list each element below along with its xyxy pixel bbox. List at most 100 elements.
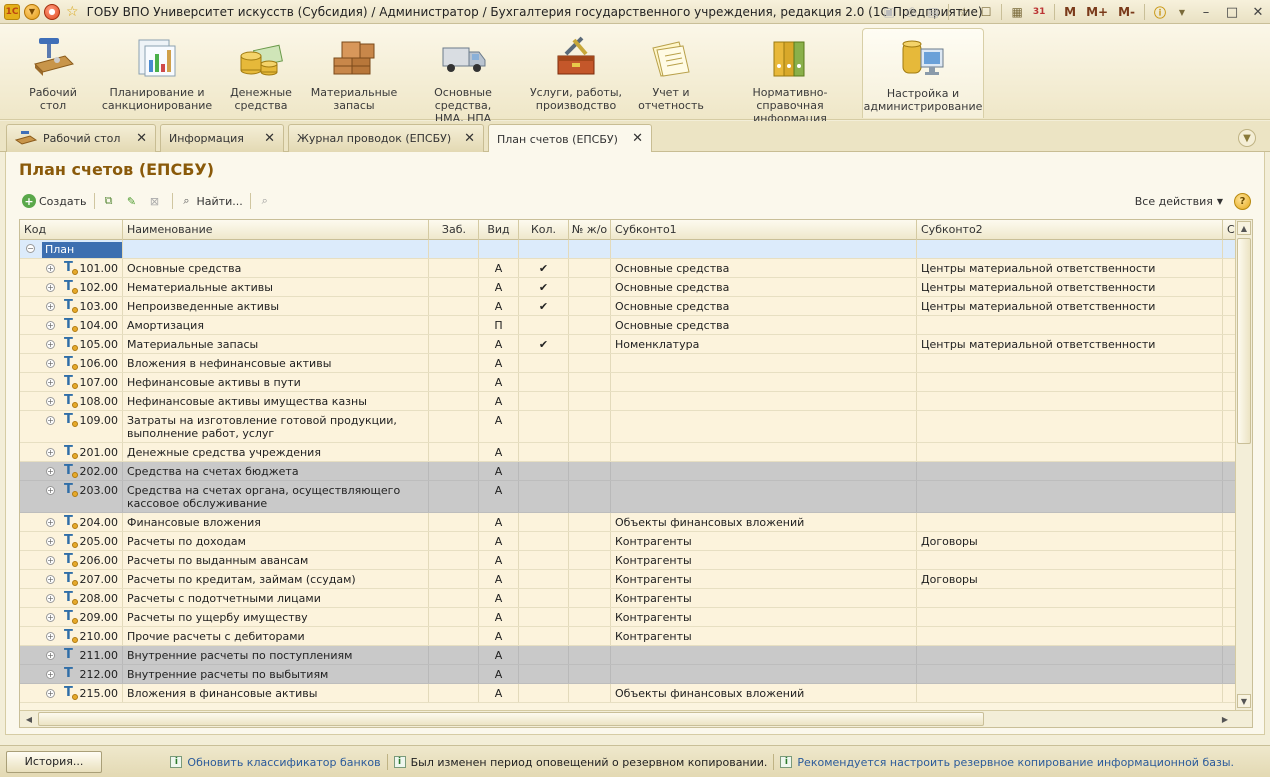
create-button[interactable]: + Создать — [19, 191, 90, 211]
tab-desktop[interactable]: Рабочий стол ✕ — [6, 124, 156, 152]
vertical-scrollbar[interactable]: ▲ ▼ — [1235, 220, 1252, 711]
chevron-down-icon[interactable]: ▼ — [1172, 2, 1192, 22]
close-icon[interactable]: ✕ — [136, 131, 147, 146]
table-row[interactable]: + T 107.00 Нефинансовые активы в пути А — [20, 373, 1236, 392]
tab-journal[interactable]: Журнал проводок (ЕПСБУ) ✕ — [288, 124, 484, 152]
scroll-right-icon[interactable]: ▶ — [1218, 712, 1232, 726]
expand-icon[interactable]: + — [46, 283, 55, 292]
close-icon[interactable]: ✕ — [464, 131, 475, 146]
memory-plus-button[interactable]: M+ — [1082, 5, 1112, 19]
table-row[interactable]: + T 109.00 Затраты на изготовление готовой … — [20, 411, 1236, 443]
expand-icon[interactable]: + — [46, 537, 55, 546]
expand-icon[interactable]: + — [46, 416, 55, 425]
table-row[interactable]: + T 208.00 Расчеты с подотчетными лицами А Ко… — [20, 589, 1236, 608]
table-row[interactable]: + T 204.00 Финансовые вложения А Объекты фина… — [20, 513, 1236, 532]
main-menu-icon[interactable]: ▼ — [24, 3, 40, 20]
column-header-name[interactable]: Наименование — [123, 220, 429, 240]
column-header-code[interactable]: Код — [20, 220, 123, 240]
table-row[interactable]: + T 108.00 Нефинансовые активы имущества ка… — [20, 392, 1236, 411]
add-favorite-icon[interactable]: ☆ — [954, 2, 974, 22]
table-row[interactable]: + T 201.00 Денежные средства учреждения А — [20, 443, 1236, 462]
horizontal-scrollbar[interactable]: ◀ ▶ — [20, 710, 1252, 727]
section-reference[interactable]: Нормативно-справочная информация — [722, 28, 858, 125]
expand-icon[interactable]: + — [46, 486, 55, 495]
expand-icon[interactable]: + — [46, 467, 55, 476]
history-icon[interactable]: ☐ — [976, 2, 996, 22]
expand-icon[interactable]: + — [46, 302, 55, 311]
notification-setup-backup[interactable]: i Рекомендуется настроить резервное копи… — [780, 756, 1234, 769]
memory-minus-button[interactable]: M- — [1114, 5, 1139, 19]
table-row[interactable]: + T 101.00 Основные средства А ✔ Основные сред… — [20, 259, 1236, 278]
find-button[interactable]: ⌕ Найти... — [177, 191, 246, 211]
table-row[interactable]: + T 106.00 Вложения в нефинансовые активы А — [20, 354, 1236, 373]
expand-icon[interactable]: + — [46, 340, 55, 349]
chevron-down-icon[interactable]: ▼ — [1238, 129, 1256, 147]
column-header-journal[interactable]: № ж/о — [569, 220, 611, 240]
section-inventory[interactable]: Материальные запасы — [308, 28, 400, 118]
print-icon[interactable]: ⎙ — [901, 2, 921, 22]
app-logo-icon[interactable]: 1С — [4, 3, 20, 20]
scroll-down-icon[interactable]: ▼ — [1237, 694, 1251, 708]
column-header-quantity[interactable]: Кол. — [519, 220, 569, 240]
table-row[interactable]: + T 105.00 Материальные запасы А ✔ Номенклатур… — [20, 335, 1236, 354]
memory-button[interactable]: M — [1060, 5, 1080, 19]
minimize-icon[interactable]: – — [1194, 2, 1218, 22]
calendar-icon[interactable]: 31 — [1029, 2, 1049, 22]
table-row[interactable]: + T 203.00 Средства на счетах органа, осуще… — [20, 481, 1236, 513]
table-row[interactable]: + T 207.00 Расчеты по кредитам, займам (ссу… — [20, 570, 1236, 589]
scroll-up-icon[interactable]: ▲ — [1237, 221, 1251, 235]
favorites-star-icon[interactable]: ☆ — [66, 4, 79, 20]
table-row[interactable]: + T 103.00 Непроизведенные активы А ✔ Основные… — [20, 297, 1236, 316]
tab-information[interactable]: Информация ✕ — [160, 124, 284, 152]
scroll-thumb[interactable] — [1237, 238, 1251, 444]
section-reports[interactable]: Учет и отчетность — [632, 28, 710, 118]
scroll-thumb[interactable] — [38, 712, 984, 726]
expand-icon[interactable]: + — [46, 651, 55, 660]
expand-icon[interactable]: + — [46, 397, 55, 406]
section-planning[interactable]: Планирование и санкционирование — [102, 28, 212, 118]
table-row[interactable]: + T 202.00 Средства на счетах бюджета А — [20, 462, 1236, 481]
calculator-icon[interactable]: ▦ — [1007, 2, 1027, 22]
section-desktop[interactable]: Рабочий стол — [12, 28, 94, 118]
expand-icon[interactable]: + — [46, 448, 55, 457]
expand-icon[interactable]: + — [46, 689, 55, 698]
expand-icon[interactable]: + — [46, 575, 55, 584]
section-fixed-assets[interactable]: Основные средства, НМА, НПА — [406, 28, 520, 125]
table-row[interactable]: + T 102.00 Нематериальные активы А ✔ Основные … — [20, 278, 1236, 297]
section-money[interactable]: Денежные средства — [222, 28, 300, 118]
copy-button[interactable]: ⧉ — [99, 191, 122, 211]
edit-button[interactable]: ✎ — [122, 191, 145, 211]
expand-icon[interactable]: + — [46, 518, 55, 527]
expand-icon[interactable]: + — [46, 264, 55, 273]
preview-icon[interactable]: ▤ — [923, 2, 943, 22]
all-actions-button[interactable]: Все действия ▼ — [1132, 191, 1226, 211]
table-row[interactable]: + T 209.00 Расчеты по ущербу имуществу А Конт… — [20, 608, 1236, 627]
table-group-row[interactable]: − План счетов... — [20, 240, 1236, 259]
save-icon[interactable]: ▣ — [879, 2, 899, 22]
section-admin[interactable]: Настройка и администрирование — [862, 28, 984, 118]
expand-icon[interactable]: + — [46, 632, 55, 641]
expand-icon[interactable]: + — [46, 670, 55, 679]
info-icon[interactable]: ⓘ — [1150, 2, 1170, 22]
column-header-off-balance[interactable]: Заб. — [429, 220, 479, 240]
notification-update-banks[interactable]: i Обновить классификатор банков — [170, 756, 381, 769]
column-header-subconto1[interactable]: Субконто1 — [611, 220, 917, 240]
maximize-icon[interactable]: □ — [1220, 2, 1244, 22]
table-row[interactable]: + T 206.00 Расчеты по выданным авансам А Конт… — [20, 551, 1236, 570]
collapse-icon[interactable]: − — [26, 244, 35, 253]
back-icon[interactable]: ● — [44, 3, 60, 20]
close-icon[interactable]: ✕ — [264, 131, 275, 146]
expand-icon[interactable]: + — [46, 359, 55, 368]
column-header-type[interactable]: Вид — [479, 220, 519, 240]
delete-button[interactable]: ⊠ — [145, 191, 168, 211]
section-services[interactable]: Услуги, работы, производство — [528, 28, 624, 118]
expand-icon[interactable]: + — [46, 556, 55, 565]
table-row[interactable]: + T 211.00 Внутренние расчеты по поступлени… — [20, 646, 1236, 665]
expand-icon[interactable]: + — [46, 594, 55, 603]
table-row[interactable]: + T 212.00 Внутренние расчеты по выбытиям А — [20, 665, 1236, 684]
expand-icon[interactable]: + — [46, 321, 55, 330]
table-row[interactable]: + T 104.00 Амортизация П Основные средства — [20, 316, 1236, 335]
scroll-left-icon[interactable]: ◀ — [22, 712, 36, 726]
tab-chart-of-accounts[interactable]: План счетов (ЕПСБУ) ✕ — [488, 124, 652, 153]
table-row[interactable]: + T 205.00 Расчеты по доходам А Контрагенты До… — [20, 532, 1236, 551]
